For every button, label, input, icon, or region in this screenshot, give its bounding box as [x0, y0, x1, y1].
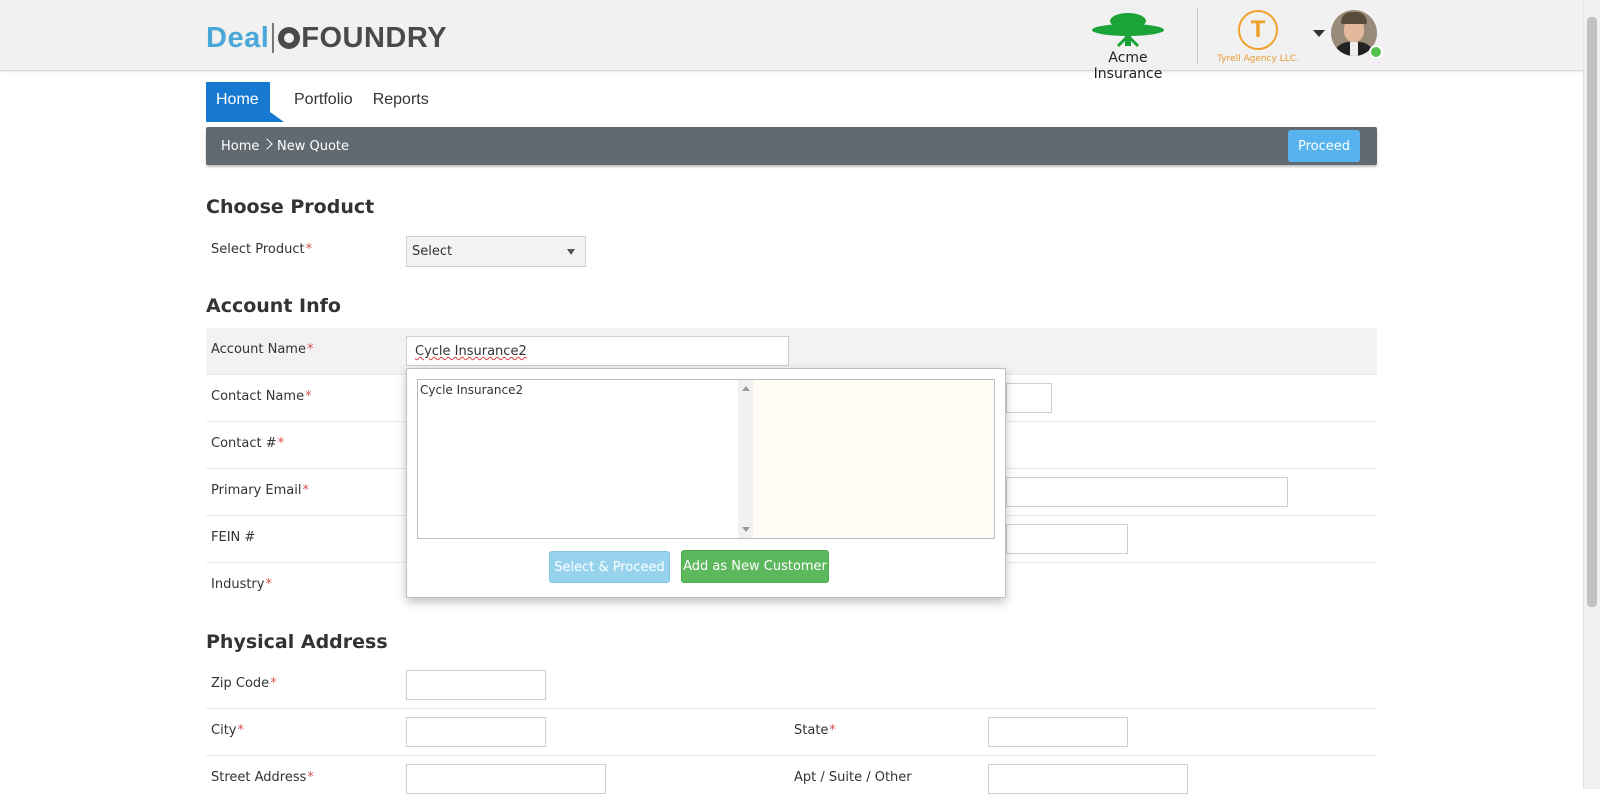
select-and-proceed-button[interactable]: Select & Proceed [549, 551, 670, 583]
scroll-down-icon[interactable] [742, 527, 750, 532]
logo-divider [272, 23, 275, 53]
form-row-zip: Zip Code* [206, 662, 1377, 709]
logo-text-foundry: FOUNDRY [301, 21, 448, 54]
customer-detail-panel [753, 379, 995, 539]
contact-number-label: Contact #* [211, 436, 285, 451]
proceed-button[interactable]: Proceed [1288, 130, 1360, 162]
select-product-value: Select [412, 244, 453, 259]
add-new-customer-button[interactable]: Add as New Customer [681, 550, 829, 583]
contact-name-label: Contact Name* [211, 389, 312, 404]
street-address-label: Street Address* [211, 770, 314, 785]
primary-email-input[interactable] [1006, 477, 1288, 507]
header-divider [1197, 8, 1198, 64]
gear-icon [278, 27, 301, 49]
form-row-city-state: City* State* [206, 709, 1377, 756]
dropdown-arrow-icon [567, 249, 575, 255]
account-name-input[interactable]: Cycle Insurance2 [406, 336, 789, 366]
customer-lookup-popup: Cycle Insurance2 Select & Proceed Add as… [406, 368, 1006, 598]
apt-suite-input[interactable] [988, 764, 1188, 794]
list-scrollbar[interactable] [738, 380, 754, 538]
industry-label: Industry* [211, 577, 272, 592]
apt-suite-label: Apt / Suite / Other [794, 770, 912, 785]
dealfoundry-logo[interactable]: Deal FOUNDRY [206, 18, 447, 58]
select-product-dropdown[interactable]: Select [406, 236, 586, 267]
zip-code-label: Zip Code* [211, 676, 277, 691]
city-input[interactable] [406, 717, 546, 747]
select-product-label: Select Product* [211, 242, 313, 257]
zip-code-input[interactable] [406, 670, 546, 700]
state-label: State* [794, 723, 836, 738]
chevron-right-icon [261, 138, 273, 150]
tab-reports[interactable]: Reports [363, 82, 439, 118]
scroll-up-icon[interactable] [742, 386, 750, 391]
tab-portfolio[interactable]: Portfolio [284, 82, 363, 118]
tab-home[interactable]: Home [206, 82, 284, 122]
tree-icon [1092, 13, 1164, 48]
city-label: City* [211, 723, 244, 738]
breadcrumb-home[interactable]: Home [221, 139, 259, 154]
contact-name-input-last[interactable] [1006, 383, 1052, 413]
fein-label: FEIN # [211, 530, 256, 545]
agency-name: Tyrell Agency LLC. [1217, 54, 1299, 64]
logo-text-deal: Deal [206, 21, 270, 54]
section-title-choose-product: Choose Product [206, 196, 375, 218]
account-name-label: Account Name* [211, 342, 314, 357]
list-item[interactable]: Cycle Insurance2 [420, 383, 523, 397]
carrier-name: Acme Insurance [1093, 50, 1163, 82]
breadcrumb: Home New Quote Proceed [206, 127, 1377, 165]
agency-logo-icon: T [1238, 10, 1278, 50]
scrollbar-thumb[interactable] [1587, 17, 1597, 607]
online-status-indicator [1369, 45, 1383, 59]
section-title-account-info: Account Info [206, 295, 341, 317]
main-nav: Home Portfolio Reports [206, 82, 439, 122]
top-header: Deal FOUNDRY Acme Insurance T Tyrell Age… [0, 0, 1584, 82]
state-input[interactable] [988, 717, 1128, 747]
section-title-physical-address: Physical Address [206, 631, 388, 653]
primary-email-label: Primary Email* [211, 483, 309, 498]
street-address-input[interactable] [406, 764, 606, 794]
agency-brand[interactable]: T Tyrell Agency LLC. [1212, 8, 1304, 64]
carrier-brand[interactable]: Acme Insurance [1076, 8, 1180, 82]
customer-results-list[interactable]: Cycle Insurance2 [417, 379, 755, 539]
form-row-street: Street Address* Apt / Suite / Other [206, 756, 1377, 802]
page-scrollbar[interactable] [1583, 0, 1600, 789]
fein-input[interactable] [1006, 524, 1128, 554]
caret-down-icon[interactable] [1313, 30, 1325, 37]
breadcrumb-new-quote: New Quote [277, 139, 350, 154]
